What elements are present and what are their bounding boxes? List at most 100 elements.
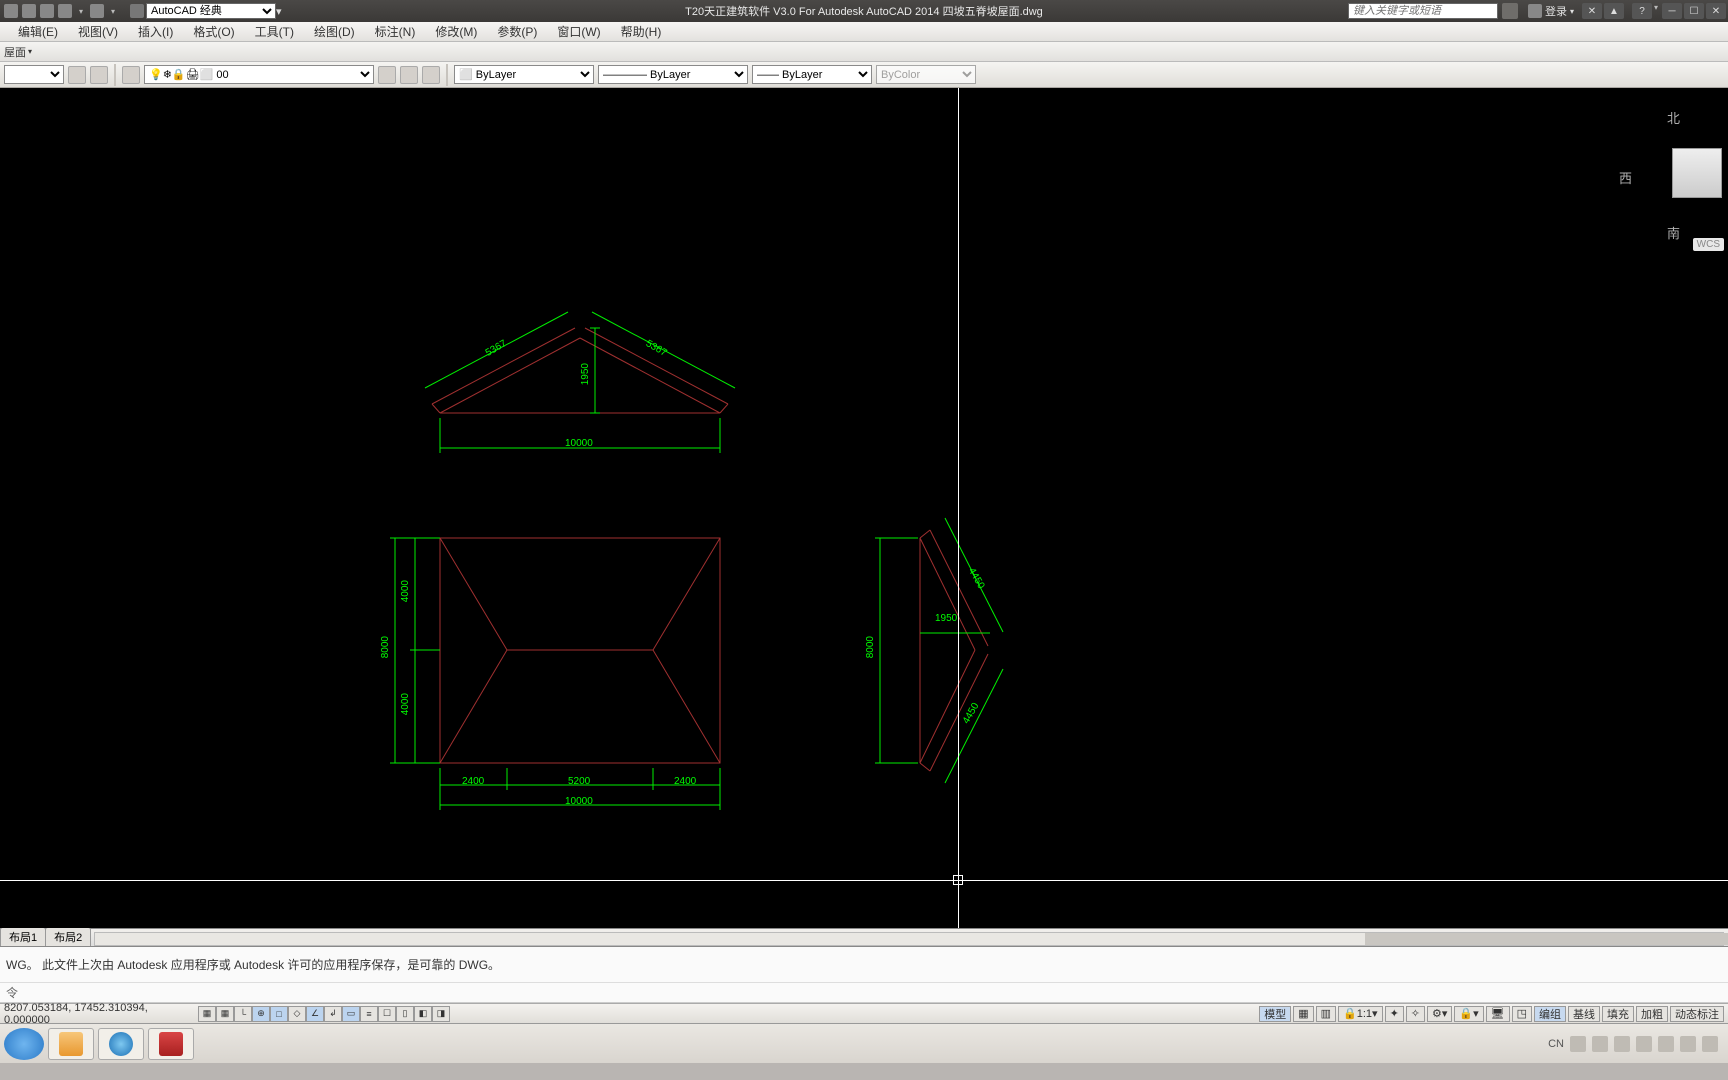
annoscale[interactable]: 🔒 1:1 ▾ <box>1338 1006 1383 1022</box>
save-icon[interactable] <box>4 4 18 18</box>
help-icon[interactable]: ? <box>1632 3 1652 19</box>
print-icon[interactable] <box>40 4 54 18</box>
annoauto-icon[interactable]: ✧ <box>1406 1006 1425 1022</box>
osnap-toggle[interactable]: □ <box>270 1006 288 1022</box>
start-button[interactable] <box>4 1028 44 1060</box>
redo-more-icon[interactable]: ▾ <box>108 4 118 18</box>
autodesk-icon[interactable]: ▲ <box>1604 3 1624 19</box>
lock-icon[interactable]: 🔒▾ <box>1454 1006 1483 1022</box>
tray-chevron-icon[interactable] <box>1702 1036 1718 1052</box>
undo-more-icon[interactable]: ▾ <box>76 4 86 18</box>
dim-2400b: 2400 <box>674 776 696 787</box>
search-input[interactable] <box>1348 3 1498 19</box>
layer-prev-icon[interactable] <box>378 66 396 84</box>
command-prompt[interactable]: 令 <box>0 983 1728 1003</box>
menu-modify[interactable]: 修改(M) <box>425 23 487 40</box>
grid-icon[interactable]: ▦ <box>1293 1006 1313 1022</box>
ducs-toggle[interactable]: ↲ <box>324 1006 342 1022</box>
color-select[interactable]: ⬜ ByLayer <box>454 65 594 84</box>
tpy-toggle[interactable]: ☐ <box>378 1006 396 1022</box>
layer-state-icon[interactable] <box>400 66 418 84</box>
close-button[interactable]: ✕ <box>1706 3 1726 19</box>
viewcube[interactable]: 北 西 南 <box>1612 108 1722 238</box>
drawing-area[interactable]: 5367 5367 1950 10000 8000 4000 4000 2400… <box>0 88 1728 928</box>
tray-net-icon[interactable] <box>1636 1036 1652 1052</box>
menu-parametric[interactable]: 参数(P) <box>487 23 547 40</box>
maximize-button[interactable]: ☐ <box>1684 3 1704 19</box>
status-right: 模型 ▦ ▥ 🔒 1:1 ▾ ✦ ✧ ⚙▾ 🔒▾ 🖥 ◳ 编组 基线 填充 加粗… <box>1259 1006 1724 1022</box>
tray-keyboard-icon[interactable] <box>1570 1036 1586 1052</box>
layer-select[interactable]: 💡❄🔒🖨⬜ 00 <box>144 65 374 84</box>
dim-10000b: 10000 <box>565 796 593 807</box>
menu-window[interactable]: 窗口(W) <box>547 23 610 40</box>
hscroll-thumb[interactable] <box>1365 933 1728 945</box>
tray-flag-icon[interactable] <box>1658 1036 1674 1052</box>
redo-icon[interactable] <box>90 4 104 18</box>
plotstyle-select[interactable]: ByColor <box>876 65 976 84</box>
undo-icon[interactable] <box>58 4 72 18</box>
am-toggle[interactable]: ◨ <box>432 1006 450 1022</box>
menu-draw[interactable]: 绘图(D) <box>304 23 365 40</box>
task-app1[interactable] <box>48 1028 94 1060</box>
model-button[interactable]: 模型 <box>1259 1006 1291 1022</box>
layer-manager-icon[interactable] <box>122 66 140 84</box>
3dosnap-toggle[interactable]: ◇ <box>288 1006 306 1022</box>
menu-bar: 编辑(E) 视图(V) 插入(I) 格式(O) 工具(T) 绘图(D) 标注(N… <box>0 22 1728 42</box>
ws-icon[interactable]: ⚙▾ <box>1427 1006 1452 1022</box>
snap-toggle[interactable]: ▦ <box>198 1006 216 1022</box>
annovis-icon[interactable]: ✦ <box>1385 1006 1404 1022</box>
login-area[interactable]: 登录 ▾ <box>1522 3 1580 19</box>
grid-toggle[interactable]: ▦ <box>216 1006 234 1022</box>
menu-edit[interactable]: 编辑(E) <box>8 23 68 40</box>
wcs-badge[interactable]: WCS <box>1693 238 1724 251</box>
ortho-toggle[interactable]: └ <box>234 1006 252 1022</box>
crosshair-horizontal <box>0 880 1728 881</box>
dim-2400a: 2400 <box>462 776 484 787</box>
annot-5[interactable]: 动态标注 <box>1670 1006 1724 1022</box>
minimize-button[interactable]: ─ <box>1662 3 1682 19</box>
dyn-toggle[interactable]: ▭ <box>342 1006 360 1022</box>
lineweight-select[interactable]: —— ByLayer <box>752 65 872 84</box>
sc-toggle[interactable]: ◧ <box>414 1006 432 1022</box>
qp-toggle[interactable]: ▯ <box>396 1006 414 1022</box>
task-autocad[interactable] <box>148 1028 194 1060</box>
menu-format[interactable]: 格式(O) <box>183 23 244 40</box>
lwt-toggle[interactable]: ≡ <box>360 1006 378 1022</box>
left-select[interactable] <box>4 65 64 84</box>
ime-label[interactable]: CN <box>1548 1038 1564 1050</box>
hw-icon[interactable]: 🖥 <box>1486 1006 1510 1022</box>
layer-match-icon[interactable] <box>422 66 440 84</box>
tb-settings-icon[interactable] <box>68 66 86 84</box>
open-icon[interactable] <box>22 4 36 18</box>
annot-1[interactable]: 编组 <box>1534 1006 1566 1022</box>
viewcube-face[interactable] <box>1672 148 1722 198</box>
window-controls: ─ ☐ ✕ <box>1660 3 1728 19</box>
tray-sound-icon[interactable] <box>1680 1036 1696 1052</box>
viewcube-west: 西 <box>1619 168 1632 187</box>
tab-layout1[interactable]: 布局1 <box>0 927 46 946</box>
menu-insert[interactable]: 插入(I) <box>128 23 183 40</box>
polar-toggle[interactable]: ⊕ <box>252 1006 270 1022</box>
search-icon[interactable] <box>1502 3 1518 19</box>
menu-dimension[interactable]: 标注(N) <box>365 23 426 40</box>
otrack-toggle[interactable]: ∠ <box>306 1006 324 1022</box>
workspace-selector[interactable]: AutoCAD 经典 ▾ <box>130 3 282 19</box>
exchange-icon[interactable]: ✕ <box>1582 3 1602 19</box>
menu-view[interactable]: 视图(V) <box>68 23 128 40</box>
hscrollbar[interactable] <box>94 932 1724 946</box>
menu-help[interactable]: 帮助(H) <box>611 23 672 40</box>
annot-4[interactable]: 加粗 <box>1636 1006 1668 1022</box>
linetype-select[interactable]: ———— ByLayer <box>598 65 748 84</box>
tray-help-icon[interactable] <box>1592 1036 1608 1052</box>
iso-icon[interactable]: ◳ <box>1512 1006 1532 1022</box>
tb-list-icon[interactable] <box>90 66 108 84</box>
menu-tools[interactable]: 工具(T) <box>245 23 304 40</box>
annot-3[interactable]: 填充 <box>1602 1006 1634 1022</box>
annot-2[interactable]: 基线 <box>1568 1006 1600 1022</box>
workspace-more-icon[interactable]: ▾ <box>276 5 282 18</box>
quickview-icon[interactable]: ▥ <box>1316 1006 1336 1022</box>
tray-settings-icon[interactable] <box>1614 1036 1630 1052</box>
task-app2[interactable] <box>98 1028 144 1060</box>
workspace-select[interactable]: AutoCAD 经典 <box>146 3 276 19</box>
tab-layout2[interactable]: 布局2 <box>45 927 91 946</box>
